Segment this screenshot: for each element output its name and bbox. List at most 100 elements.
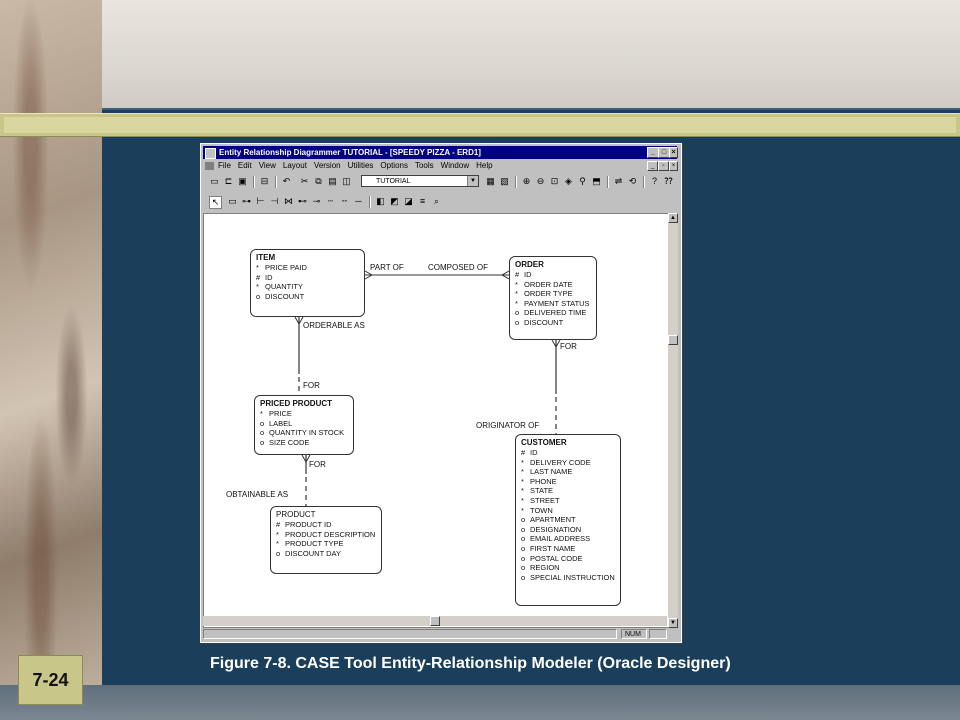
font-icon[interactable]: ◪	[403, 196, 414, 207]
entity-attribute: o REGION	[521, 563, 560, 573]
entity-attribute: * PAYMENT STATUS	[515, 298, 590, 308]
entity-attribute: * PRODUCT TYPE	[276, 539, 344, 549]
status-extra	[649, 629, 667, 639]
header-band	[0, 113, 960, 137]
line-color-icon[interactable]: ◩	[389, 196, 400, 207]
menu-edit[interactable]: Edit	[238, 161, 252, 170]
find-icon[interactable]: ⚲	[577, 176, 588, 187]
save-icon[interactable]: ▣	[237, 176, 248, 187]
line-width-icon[interactable]: ≡	[417, 196, 428, 207]
entity-name: PRICED PRODUCT	[260, 399, 333, 408]
scroll-thumb[interactable]	[668, 335, 678, 345]
close-icon[interactable]: ×	[669, 147, 678, 158]
menu-layout[interactable]: Layout	[283, 161, 307, 170]
entity-customer[interactable]: CUSTOMER # ID * DELIVERY CODE * LAST NAME *…	[515, 434, 621, 606]
rel-mandatory-icon[interactable]: ⊢	[255, 196, 266, 207]
paste-icon[interactable]: ▤	[327, 176, 338, 187]
entity-attribute: * ORDER TYPE	[515, 289, 573, 299]
scroll-up-icon[interactable]: ▲	[668, 213, 678, 223]
entity-attribute: * PRICE PAID	[256, 263, 307, 272]
relationship-label-orderable-as: ORDERABLE AS	[303, 321, 365, 330]
select-arrow-icon[interactable]: ↖	[209, 196, 222, 209]
zoom-out-icon[interactable]: ⊖	[535, 176, 546, 187]
vertical-scrollbar[interactable]: ▲ ▼	[668, 213, 678, 628]
entity-attribute: o POSTAL CODE	[521, 553, 583, 563]
menu-version[interactable]: Version	[314, 161, 341, 170]
menu-window[interactable]: Window	[441, 161, 469, 170]
relationship-label-for: FOR	[303, 381, 320, 390]
page-number: 7-24	[18, 655, 83, 705]
figure-caption: Figure 7-8. CASE Tool Entity-Relationshi…	[210, 655, 731, 672]
context-help-icon[interactable]: ⁇	[663, 176, 674, 187]
diagram-canvas[interactable]: ITEM * PRICE PAID # ID * QUANTITY o DISCOUNT…	[203, 213, 669, 628]
mdi-close-icon[interactable]: ×	[669, 161, 678, 171]
menu-help[interactable]: Help	[476, 161, 492, 170]
entity-box-icon[interactable]: ▭	[227, 196, 238, 207]
new-icon[interactable]: ▭	[209, 176, 220, 187]
menu-bar: File Edit View Layout Version Utilities Option…	[203, 160, 678, 172]
app-icon[interactable]	[205, 148, 216, 159]
print-icon[interactable]: ⊟	[259, 176, 270, 187]
menu-tools[interactable]: Tools	[415, 161, 434, 170]
scroll-thumb[interactable]	[430, 616, 440, 626]
copy-icon[interactable]: ⧉	[313, 176, 324, 187]
relationship-icon[interactable]: ⊶	[241, 196, 252, 207]
entity-attribute: o DELIVERED TIME	[515, 308, 587, 318]
entity-product[interactable]: PRODUCT # PRODUCT ID * PRODUCT DESCRIPTION…	[270, 506, 382, 574]
mdi-restore-icon[interactable]: ▫	[658, 161, 669, 171]
entity-item[interactable]: ITEM * PRICE PAID # ID * QUANTITY o DISCOUNT	[250, 249, 365, 317]
zoom-fit-icon[interactable]: ⊡	[549, 176, 560, 187]
marble-texture-top	[102, 0, 960, 110]
relationship-label-originator-of: ORIGINATOR OF	[476, 421, 540, 430]
entity-attribute: * TOWN	[521, 505, 553, 515]
menu-utilities[interactable]: Utilities	[348, 161, 374, 170]
navigator-icon[interactable]: ◈	[563, 176, 574, 187]
properties-icon[interactable]: ◫	[341, 176, 352, 187]
combo-dropdown-icon[interactable]: ▼	[467, 176, 478, 186]
entity-priced-product[interactable]: PRICED PRODUCT * PRICE o LABEL o QUANTITY I…	[254, 395, 354, 455]
menu-view[interactable]: View	[259, 161, 276, 170]
top-divider	[102, 108, 960, 110]
entity-name: PRODUCT	[276, 510, 316, 519]
rel-many-many-icon[interactable]: ⊸	[311, 196, 322, 207]
menu-file[interactable]: File	[218, 161, 231, 170]
entity-order[interactable]: ORDER # ID * ORDER DATE * ORDER TYPE * PAYME…	[509, 256, 597, 340]
rel-dashed-one-icon[interactable]: ╌	[339, 196, 350, 207]
format-painter-icon[interactable]: ⌕	[431, 196, 442, 207]
relationship-label-obtainable-as: OBTAINABLE AS	[226, 490, 289, 499]
relationship-label-composed-of: COMPOSED OF	[428, 263, 489, 272]
horizontal-scrollbar[interactable]	[203, 616, 667, 626]
fill-color-icon[interactable]: ◧	[375, 196, 386, 207]
entity-attribute: * PRICE	[260, 409, 292, 418]
cut-icon[interactable]: ✂	[299, 176, 310, 187]
rel-solid-icon[interactable]: ─	[353, 196, 364, 207]
align-icon[interactable]: ⇌	[613, 176, 624, 187]
window-titlebar: Entity Relationship Diagrammer TUTORIAL …	[203, 146, 678, 159]
rel-optional-icon[interactable]: ⊣	[269, 196, 280, 207]
undo-icon[interactable]: ↶	[281, 176, 292, 187]
workarea-combo[interactable]: TUTORIAL ▼	[361, 175, 479, 187]
entity-attribute: o QUANTITY IN STOCK	[260, 428, 345, 438]
entity-attribute: * PRODUCT DESCRIPTION	[276, 529, 376, 539]
menu-options[interactable]: Options	[380, 161, 408, 170]
open-icon[interactable]: ⊏	[223, 176, 234, 187]
scroll-down-icon[interactable]: ▼	[668, 618, 678, 628]
entity-attribute: * STATE	[521, 486, 554, 496]
help-icon[interactable]: ?	[649, 176, 660, 187]
app-window: Entity Relationship Diagrammer TUTORIAL …	[200, 143, 682, 643]
repository-icon[interactable]: ⬒	[591, 176, 602, 187]
rel-one-many-icon[interactable]: ⊷	[297, 196, 308, 207]
zoom-in-icon[interactable]: ⊕	[521, 176, 532, 187]
layout-icon[interactable]: ▧	[499, 176, 510, 187]
autolayout-icon[interactable]: ⟲	[627, 176, 638, 187]
entity-attribute: * DELIVERY CODE	[521, 457, 591, 467]
grid-icon[interactable]: ▦	[485, 176, 496, 187]
rel-many-icon[interactable]: ⋈	[283, 196, 294, 207]
status-bar: NUM	[203, 629, 677, 640]
entity-name: ORDER	[515, 260, 544, 269]
entity-attribute: # PRODUCT ID	[276, 520, 332, 529]
rel-dashed-icon[interactable]: ┄	[325, 196, 336, 207]
entity-attribute: o DISCOUNT	[256, 291, 305, 301]
mdi-minimize-icon[interactable]: _	[647, 161, 658, 171]
document-icon[interactable]	[205, 161, 214, 170]
